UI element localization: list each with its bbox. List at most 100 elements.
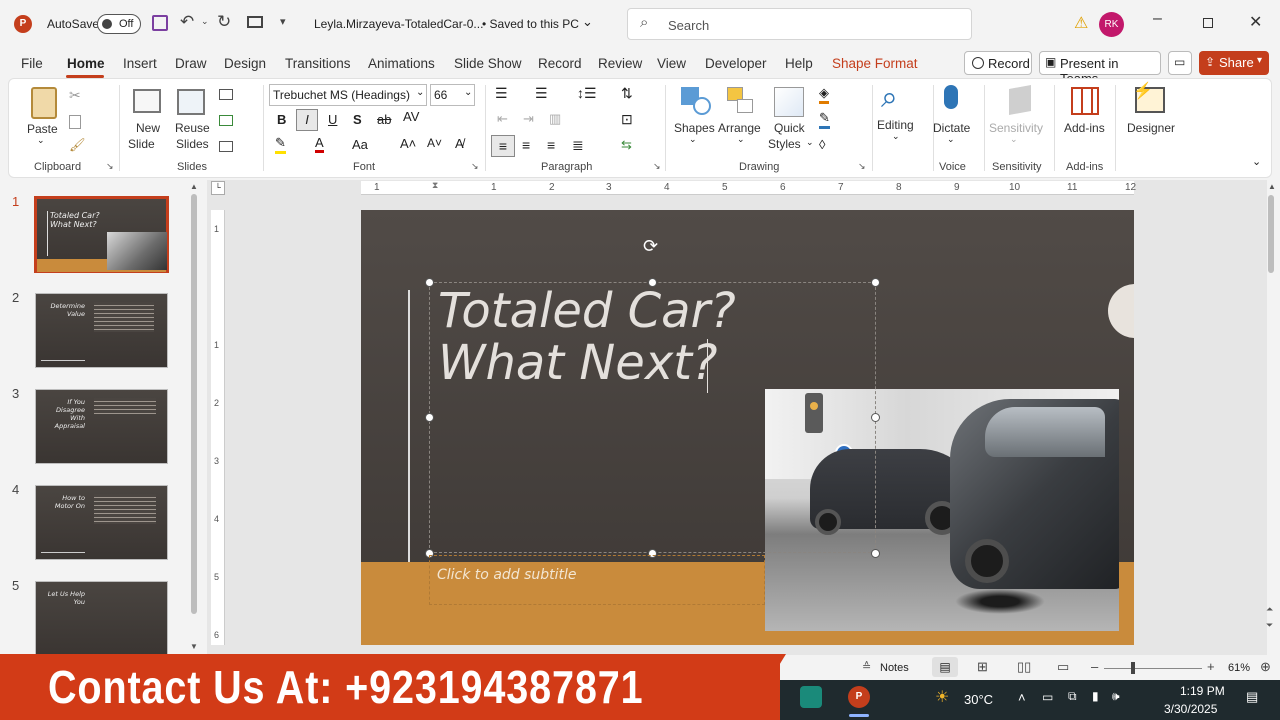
section-icon[interactable] bbox=[219, 141, 233, 152]
font-color-icon[interactable]: A bbox=[315, 135, 324, 153]
layout-icon[interactable] bbox=[219, 89, 233, 100]
taskbar-powerpoint-icon[interactable]: P bbox=[848, 686, 870, 708]
chevron-down-icon[interactable]: ⌄ bbox=[582, 14, 593, 30]
tab-developer[interactable]: Developer bbox=[705, 56, 767, 71]
sync-icon[interactable]: ⧉ bbox=[1068, 689, 1077, 704]
reuse-slides-button[interactable]: Reuse bbox=[175, 121, 210, 135]
reading-view-icon[interactable]: ▯▯ bbox=[1017, 659, 1031, 675]
increase-font-icon[interactable]: A˄ bbox=[400, 136, 416, 151]
reuse-slides-button-line2[interactable]: Slides bbox=[176, 137, 209, 151]
new-slide-button[interactable]: New bbox=[136, 121, 160, 135]
slide-canvas[interactable]: Totaled Car? What Next? ⟳ Click to add s… bbox=[361, 210, 1134, 645]
sensitivity-icon[interactable] bbox=[1009, 85, 1031, 115]
shapes-icon[interactable] bbox=[681, 87, 713, 117]
arrange-icon[interactable] bbox=[727, 87, 757, 117]
bold-icon[interactable]: B bbox=[277, 112, 286, 127]
undo-dropdown-icon[interactable]: ⌄ bbox=[201, 16, 209, 27]
tab-view[interactable]: View bbox=[657, 56, 686, 71]
italic-icon[interactable]: I bbox=[296, 109, 318, 131]
title-placeholder[interactable]: Totaled Car? What Next? bbox=[429, 282, 876, 553]
indent-marker-icon[interactable]: ⧗ bbox=[432, 180, 438, 191]
shape-effects-icon[interactable]: ◊ bbox=[819, 137, 825, 152]
align-right-icon[interactable]: ≡ bbox=[547, 137, 555, 153]
center-icon[interactable]: ≡ bbox=[522, 137, 530, 153]
chevron-down-icon[interactable]: ⌄ bbox=[737, 134, 745, 145]
tab-transitions[interactable]: Transitions bbox=[285, 56, 351, 71]
zoom-slider-thumb[interactable] bbox=[1131, 662, 1135, 674]
microphone-icon[interactable] bbox=[944, 85, 958, 109]
resize-handle[interactable] bbox=[871, 413, 880, 422]
share-button[interactable]: ⇪ Share ▾ bbox=[1199, 51, 1269, 75]
copy-icon[interactable] bbox=[69, 115, 81, 129]
notifications-icon[interactable]: ▤ bbox=[1246, 689, 1258, 705]
underline-icon[interactable]: U bbox=[328, 112, 337, 127]
present-from-start-icon[interactable] bbox=[247, 16, 263, 28]
increase-indent-icon[interactable]: ⇥ bbox=[523, 111, 534, 127]
scroll-down-icon[interactable]: ▼ bbox=[190, 642, 198, 651]
prev-slide-icon[interactable]: ⏶ bbox=[1266, 604, 1273, 615]
zoom-level[interactable]: 61% bbox=[1228, 662, 1250, 674]
chevron-down-icon[interactable]: ⌄ bbox=[689, 134, 697, 145]
next-slide-icon[interactable]: ⏷ bbox=[1266, 620, 1273, 631]
autosave-toggle[interactable]: Off bbox=[97, 14, 141, 34]
dialog-launcher-icon[interactable]: ↘ bbox=[471, 161, 479, 172]
reset-icon[interactable] bbox=[219, 115, 233, 126]
chevron-down-icon[interactable]: ⌄ bbox=[806, 137, 814, 148]
paste-button[interactable]: Paste bbox=[27, 122, 58, 136]
tab-insert[interactable]: Insert bbox=[123, 56, 157, 71]
normal-view-icon[interactable]: ▤ bbox=[932, 657, 958, 677]
scroll-up-icon[interactable]: ▲ bbox=[190, 182, 198, 191]
minimize-icon[interactable]: – bbox=[1153, 10, 1162, 28]
temperature[interactable]: 30°C bbox=[964, 692, 993, 707]
quick-styles-icon[interactable] bbox=[774, 87, 804, 117]
chevron-down-icon[interactable]: ⌄ bbox=[37, 135, 45, 146]
canvas-scrollbar[interactable] bbox=[1268, 195, 1274, 273]
warning-icon[interactable]: ⚠ bbox=[1074, 13, 1088, 33]
add-ins-icon[interactable] bbox=[1071, 87, 1099, 115]
bullets-icon[interactable]: ☰ bbox=[495, 85, 508, 102]
taskbar-app-icon[interactable] bbox=[800, 686, 822, 708]
tab-selector-icon[interactable]: └ bbox=[211, 181, 225, 195]
dialog-launcher-icon[interactable]: ↘ bbox=[653, 161, 661, 172]
tab-design[interactable]: Design bbox=[224, 56, 266, 71]
shadow-icon[interactable]: S bbox=[353, 112, 362, 127]
subtitle-placeholder[interactable]: Click to add subtitle bbox=[429, 555, 765, 605]
notes-button[interactable]: Notes bbox=[880, 662, 909, 674]
arrange-button[interactable]: Arrange bbox=[718, 121, 761, 135]
align-text-icon[interactable]: ⊡ bbox=[621, 111, 633, 128]
paste-icon[interactable] bbox=[31, 87, 57, 119]
dictate-button[interactable]: Dictate bbox=[933, 121, 970, 135]
decrease-font-icon[interactable]: A˅ bbox=[427, 136, 442, 150]
resize-handle[interactable] bbox=[871, 549, 880, 558]
reuse-slides-icon[interactable] bbox=[177, 89, 205, 115]
slide-sorter-icon[interactable]: ⊞ bbox=[977, 659, 988, 675]
tab-shape-format[interactable]: Shape Format bbox=[832, 56, 918, 71]
undo-icon[interactable]: ↶ bbox=[180, 12, 194, 32]
notes-icon[interactable]: ≙ bbox=[862, 660, 871, 673]
weather-icon[interactable]: ☀ bbox=[935, 687, 949, 707]
battery-icon[interactable]: ▮ bbox=[1092, 689, 1099, 703]
columns-icon[interactable]: ▥ bbox=[549, 111, 561, 127]
resize-handle[interactable] bbox=[648, 278, 657, 287]
chevron-down-icon[interactable]: ⌄ bbox=[947, 134, 955, 145]
tab-home[interactable]: Home bbox=[67, 56, 105, 71]
line-spacing-icon[interactable]: ↕☰ bbox=[577, 85, 597, 102]
tab-record[interactable]: Record bbox=[538, 56, 582, 71]
shapes-button[interactable]: Shapes bbox=[674, 121, 715, 135]
dialog-launcher-icon[interactable]: ↘ bbox=[106, 161, 114, 172]
zoom-in-icon[interactable]: + bbox=[1207, 659, 1215, 674]
quick-styles-button-line2[interactable]: Styles bbox=[768, 137, 801, 151]
tab-draw[interactable]: Draw bbox=[175, 56, 207, 71]
tab-file[interactable]: File bbox=[21, 56, 43, 71]
comments-button[interactable]: ▭ bbox=[1168, 51, 1192, 75]
collapse-ribbon-icon[interactable]: ⌄ bbox=[1252, 155, 1261, 168]
shape-fill-icon[interactable]: ◈ bbox=[819, 85, 829, 104]
quick-styles-button[interactable]: Quick bbox=[774, 121, 805, 135]
font-name-select[interactable]: Trebuchet MS (Headings) ⌄ bbox=[269, 84, 427, 106]
clear-format-icon[interactable]: A̸ bbox=[455, 136, 464, 151]
sensitivity-button[interactable]: Sensitivity bbox=[989, 121, 1043, 135]
shape-outline-icon[interactable]: ✎ bbox=[819, 110, 830, 129]
justify-icon[interactable]: ≣ bbox=[572, 137, 584, 154]
tab-slide-show[interactable]: Slide Show bbox=[454, 56, 522, 71]
resize-handle[interactable] bbox=[425, 413, 434, 422]
